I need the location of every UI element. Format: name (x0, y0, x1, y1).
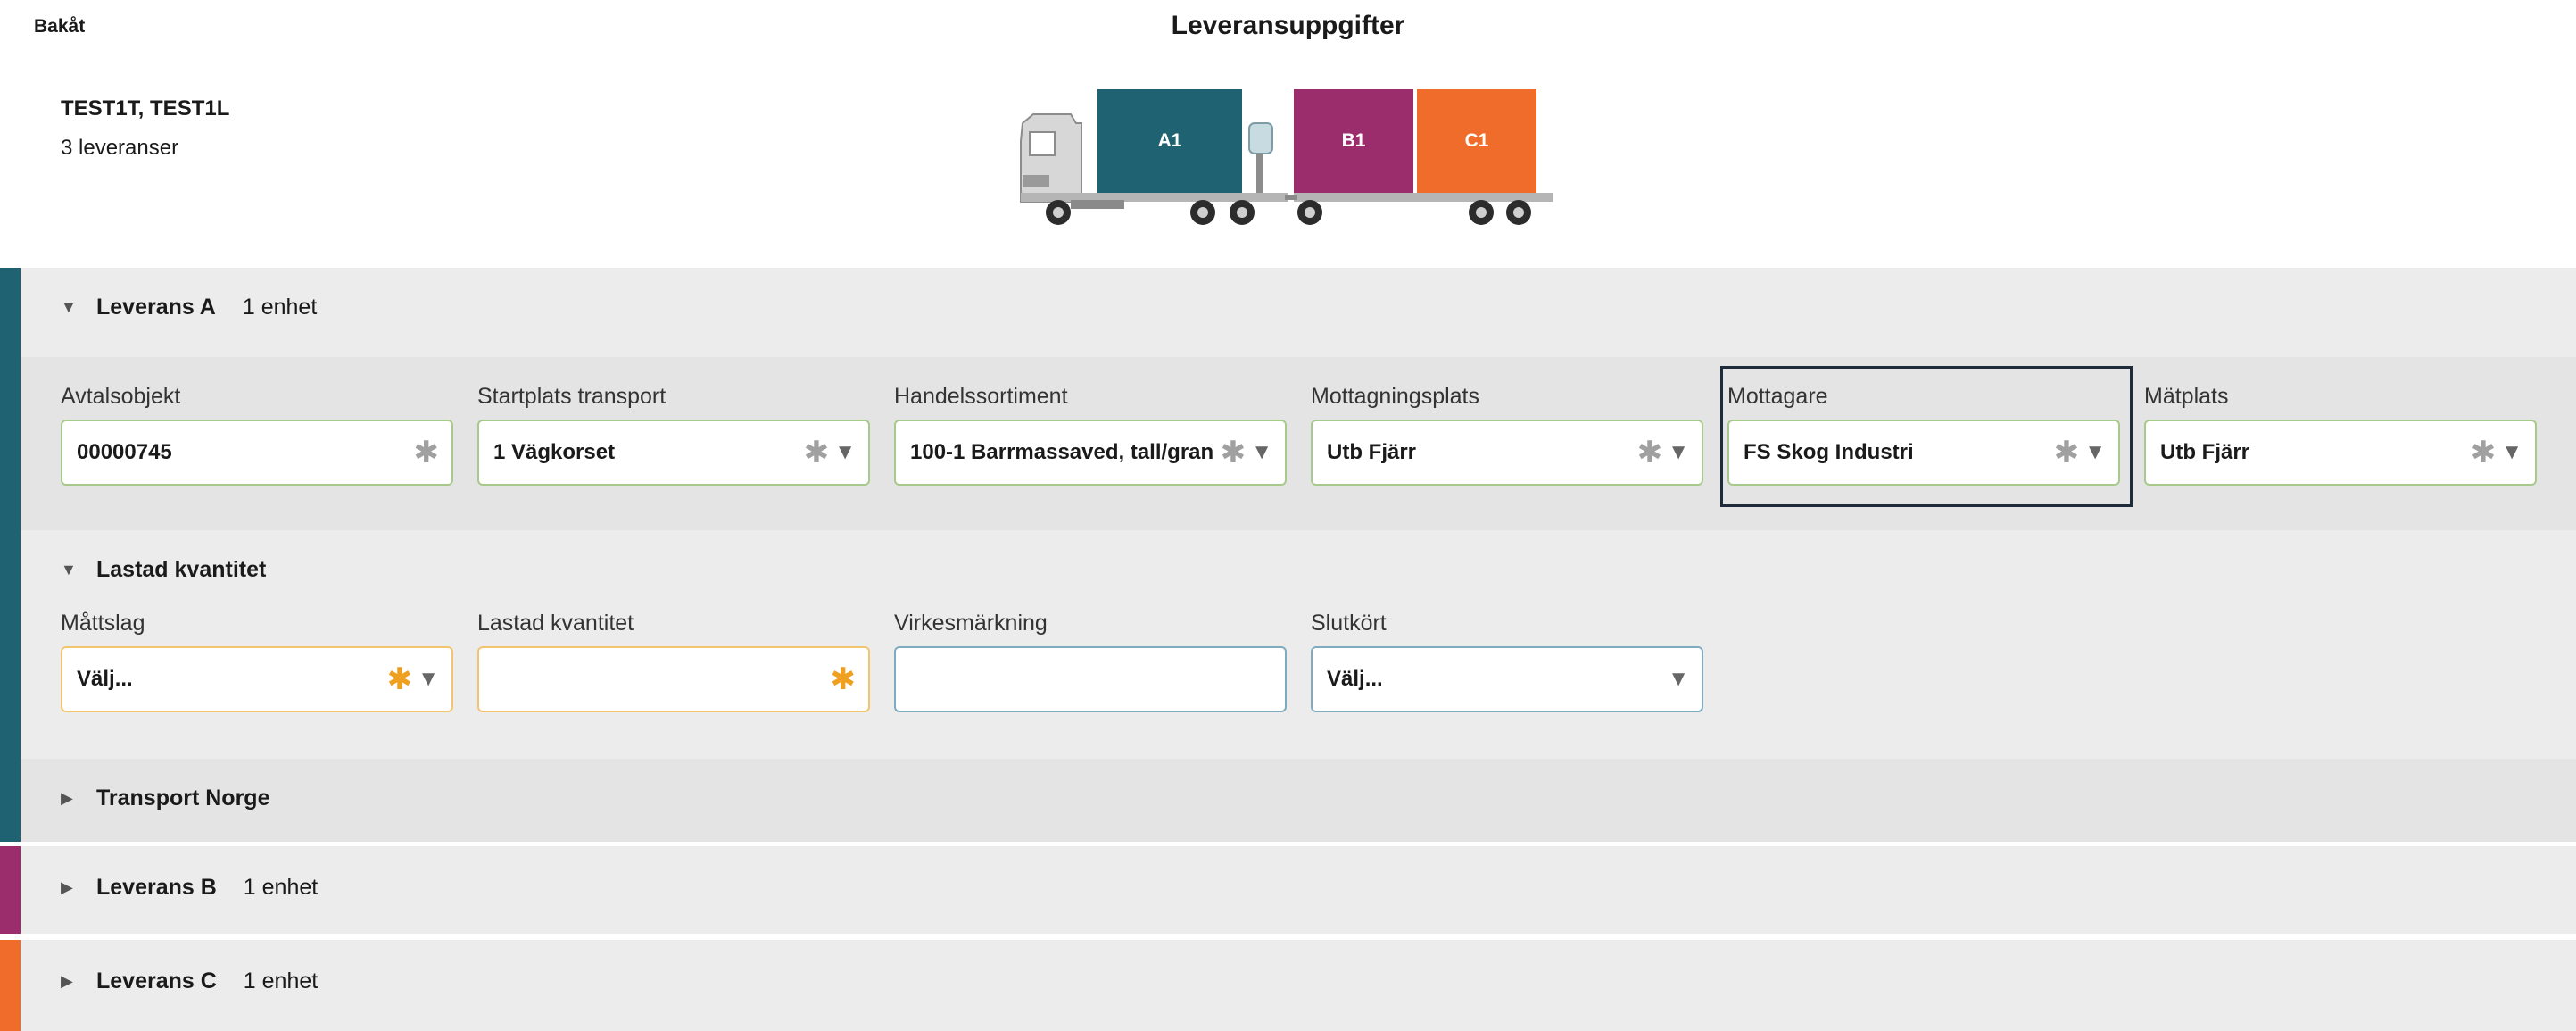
delivery-count: 3 leveranser (61, 136, 179, 160)
transport-norge-title: Transport Norge (96, 786, 270, 811)
field-value: Välj... (1327, 667, 1383, 691)
truck-illustration: A1 B1 C1 (1017, 87, 1553, 230)
mattslag-field: Måttslag Välj... ✱ ▼ (61, 611, 453, 712)
delivery-c-header[interactable]: ▶ Leverans C 1 enhet (61, 969, 318, 994)
avtalsobjekt-field: Avtalsobjekt 00000745 ✱ (61, 384, 453, 486)
dropdown-arrow-icon[interactable]: ▼ (418, 667, 439, 692)
collapsed-triangle-icon: ▶ (61, 972, 73, 990)
delivery-c-count: 1 enhet (243, 969, 319, 994)
required-asterisk-icon: ✱ (413, 436, 440, 470)
slutkort-field: Slutkört Välj... ▼ (1311, 611, 1703, 712)
delivery-a-header[interactable]: ▼ Leverans A 1 enhet (61, 295, 317, 320)
loaded-quantity-section: ▼ Lastad kvantitet Måttslag Välj... ✱ ▼ … (21, 530, 2576, 759)
handelssortiment-field: Handelssortiment 100-1 Barrmassaved, tal… (894, 384, 1287, 486)
field-label: Mottagningsplats (1311, 384, 1480, 409)
field-label: Virkesmärkning (894, 611, 1048, 636)
matplats-select[interactable]: Utb Fjärr ✱ ▼ (2144, 420, 2537, 486)
delivery-b-section: ▶ Leverans B 1 enhet (0, 846, 2576, 934)
mattslag-select[interactable]: Välj... ✱ ▼ (61, 646, 453, 712)
dropdown-arrow-icon[interactable]: ▼ (2501, 440, 2522, 465)
mottagningsplats-field: Mottagningsplats Utb Fjärr ✱ ▼ (1311, 384, 1703, 486)
mottagare-select[interactable]: FS Skog Industri ✱ ▼ (1727, 420, 2120, 486)
delivery-b-stripe (0, 846, 21, 934)
collapsed-triangle-icon: ▶ (61, 789, 73, 807)
field-label: Mottagare (1727, 384, 1828, 409)
delivery-b-count: 1 enhet (243, 875, 319, 900)
vehicle-names: TEST1T, TEST1L (61, 96, 230, 121)
handelssortiment-select[interactable]: 100-1 Barrmassaved, tall/gran ✱ ▼ (894, 420, 1287, 486)
virkesmarkning-field: Virkesmärkning (894, 611, 1287, 712)
field-label: Startplats transport (477, 384, 667, 409)
required-asterisk-icon: ✱ (386, 662, 413, 696)
delivery-c-title: Leverans C (96, 969, 217, 994)
required-asterisk-icon: ✱ (2470, 436, 2497, 470)
collapsed-triangle-icon: ▶ (61, 878, 73, 896)
mottagningsplats-select[interactable]: Utb Fjärr ✱ ▼ (1311, 420, 1703, 486)
field-value: FS Skog Industri (1744, 440, 1914, 464)
field-value: Välj... (77, 667, 133, 691)
required-asterisk-icon: ✱ (2053, 436, 2080, 470)
lastad-kvantitet-field: Lastad kvantitet ✱ (477, 611, 870, 712)
field-value: 100-1 Barrmassaved, tall/gran (910, 440, 1214, 464)
delivery-a-fields: Avtalsobjekt 00000745 ✱ Startplats trans… (21, 357, 2576, 530)
startplats-field: Startplats transport 1 Vägkorset ✱ ▼ (477, 384, 870, 486)
startplats-select[interactable]: 1 Vägkorset ✱ ▼ (477, 420, 870, 486)
loaded-quantity-header[interactable]: ▼ Lastad kvantitet (61, 557, 266, 583)
required-asterisk-icon: ✱ (1220, 436, 1247, 470)
transport-norge-header[interactable]: ▶ Transport Norge (61, 786, 269, 811)
avtalsobjekt-input[interactable]: 00000745 ✱ (61, 420, 453, 486)
cargo-b1-label: B1 (1341, 130, 1366, 151)
required-asterisk-icon: ✱ (1636, 436, 1663, 470)
matplats-field: Mätplats Utb Fjärr ✱ ▼ (2144, 384, 2537, 486)
required-asterisk-icon: ✱ (830, 662, 857, 696)
mottagare-field: Mottagare FS Skog Industri ✱ ▼ (1727, 384, 2120, 486)
expanded-triangle-icon: ▼ (61, 298, 77, 316)
slutkort-select[interactable]: Välj... ▼ (1311, 646, 1703, 712)
transport-norge-section: ▶ Transport Norge (21, 759, 2576, 842)
field-value: Utb Fjärr (2160, 440, 2250, 464)
required-asterisk-icon: ✱ (803, 436, 830, 470)
field-value: 1 Vägkorset (493, 440, 616, 464)
delivery-b-title: Leverans B (96, 875, 217, 900)
dropdown-arrow-icon[interactable]: ▼ (1251, 440, 1272, 465)
cargo-c1-label: C1 (1464, 130, 1489, 151)
field-label: Slutkört (1311, 611, 1387, 636)
dropdown-arrow-icon[interactable]: ▼ (1668, 667, 1689, 692)
field-label: Mätplats (2144, 384, 2229, 409)
virkesmarkning-input[interactable] (894, 646, 1287, 712)
delivery-a-count: 1 enhet (242, 295, 318, 320)
loaded-quantity-title: Lastad kvantitet (96, 557, 267, 582)
field-label: Handelssortiment (894, 384, 1068, 409)
delivery-c-section: ▶ Leverans C 1 enhet (0, 940, 2576, 1031)
field-label: Måttslag (61, 611, 145, 636)
dropdown-arrow-icon[interactable]: ▼ (1668, 440, 1689, 465)
lastad-kvantitet-input[interactable]: ✱ (477, 646, 870, 712)
delivery-a-section: ▼ Leverans A 1 enhet Avtalsobjekt 000007… (0, 268, 2576, 842)
cargo-a1-label: A1 (1157, 130, 1182, 151)
field-value: Utb Fjärr (1327, 440, 1417, 464)
expanded-triangle-icon: ▼ (61, 561, 77, 578)
page-title: Leveransuppgifter (1171, 11, 1405, 40)
cargo-b1: B1 (1294, 89, 1413, 193)
delivery-a-title: Leverans A (96, 295, 216, 320)
cargo-a1: A1 (1097, 89, 1242, 193)
delivery-c-stripe (0, 940, 21, 1031)
delivery-a-stripe (0, 268, 21, 842)
dropdown-arrow-icon[interactable]: ▼ (2084, 440, 2106, 465)
dropdown-arrow-icon[interactable]: ▼ (834, 440, 856, 465)
field-label: Lastad kvantitet (477, 611, 634, 636)
delivery-b-header[interactable]: ▶ Leverans B 1 enhet (61, 875, 318, 901)
field-value: 00000745 (77, 440, 172, 464)
field-label: Avtalsobjekt (61, 384, 181, 409)
cargo-c1: C1 (1417, 89, 1536, 193)
